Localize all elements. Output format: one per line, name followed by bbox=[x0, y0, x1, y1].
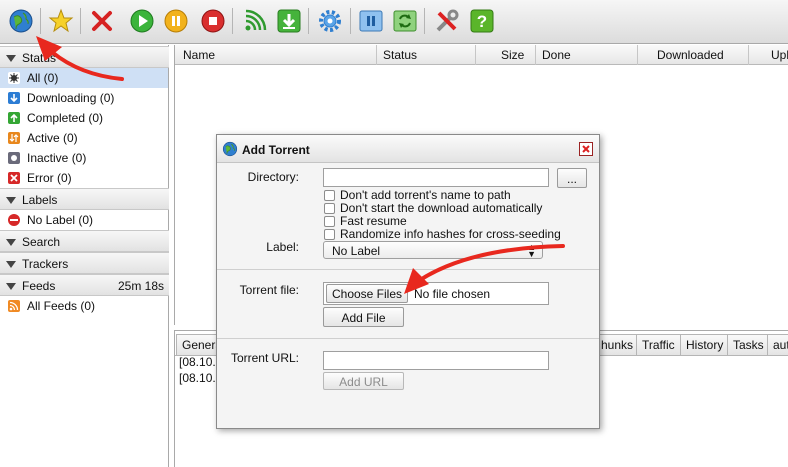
sidebar-item-all-feeds[interactable]: All Feeds (0) bbox=[0, 296, 168, 316]
play-icon[interactable] bbox=[129, 8, 155, 34]
tab-chunks[interactable]: hunks bbox=[595, 334, 640, 355]
pause-icon[interactable] bbox=[163, 8, 189, 34]
dialog-title: Add Torrent bbox=[242, 143, 310, 157]
feeds-timer: 25m 18s bbox=[117, 279, 164, 293]
red-x-icon[interactable] bbox=[89, 8, 115, 34]
column-uploaded[interactable]: Upl bbox=[771, 48, 788, 62]
refresh-icon[interactable] bbox=[392, 8, 418, 34]
checkbox-label: Don't add torrent's name to path bbox=[340, 188, 511, 202]
section-label: Search bbox=[22, 235, 61, 249]
randomize-hashes-checkbox[interactable] bbox=[324, 229, 335, 240]
sidebar: Status All (0) Downloading (0) Completed… bbox=[0, 45, 169, 467]
help-icon[interactable]: ? bbox=[469, 8, 495, 34]
trackers-section-header[interactable]: Trackers bbox=[0, 252, 169, 274]
label-select[interactable]: No Label ▲ ▼ bbox=[323, 241, 543, 259]
rss-feed-icon bbox=[8, 300, 20, 312]
column-name[interactable]: Name bbox=[183, 48, 215, 62]
toolbar: ? bbox=[0, 0, 788, 44]
pause-all-icon[interactable] bbox=[358, 8, 384, 34]
downloading-icon bbox=[8, 92, 20, 104]
directory-input[interactable] bbox=[323, 168, 549, 187]
sidebar-item-label: Completed (0) bbox=[27, 111, 104, 125]
checkbox-label: Randomize info hashes for cross-seeding bbox=[340, 227, 561, 241]
download-icon[interactable] bbox=[276, 8, 302, 34]
globe-icon bbox=[222, 141, 238, 160]
dont-start-checkbox[interactable] bbox=[324, 203, 335, 214]
directory-label: Directory: bbox=[247, 170, 299, 184]
gear-icon[interactable] bbox=[317, 8, 343, 34]
active-icon bbox=[8, 132, 20, 144]
section-label: Feeds bbox=[22, 279, 56, 293]
inactive-icon bbox=[8, 152, 20, 164]
add-file-button[interactable]: Add File bbox=[323, 307, 404, 327]
sidebar-item-completed[interactable]: Completed (0) bbox=[0, 108, 168, 128]
completed-icon bbox=[8, 112, 20, 124]
collapse-triangle-icon bbox=[6, 261, 16, 268]
sidebar-item-downloading[interactable]: Downloading (0) bbox=[0, 88, 168, 108]
sidebar-item-no-label[interactable]: No Label (0) bbox=[0, 210, 168, 230]
no-name-checkbox[interactable] bbox=[324, 190, 335, 201]
no-file-text: No file chosen bbox=[414, 287, 491, 301]
all-icon bbox=[8, 72, 20, 84]
label-label: Label: bbox=[266, 240, 299, 254]
column-done[interactable]: Done bbox=[542, 48, 571, 62]
sidebar-item-label: Active (0) bbox=[27, 131, 78, 145]
tools-icon[interactable] bbox=[434, 8, 460, 34]
sidebar-item-error[interactable]: Error (0) bbox=[0, 168, 168, 188]
sidebar-item-label: Downloading (0) bbox=[27, 91, 115, 105]
rss-icon[interactable] bbox=[242, 8, 268, 34]
labels-section-header[interactable]: Labels bbox=[0, 188, 169, 210]
add-torrent-dialog: Add Torrent Directory: ... Don't add tor… bbox=[216, 134, 600, 429]
add-url-button[interactable]: Add URL bbox=[323, 372, 404, 390]
sidebar-item-label: Error (0) bbox=[27, 171, 72, 185]
svg-text:?: ? bbox=[477, 12, 487, 31]
close-icon[interactable] bbox=[579, 142, 593, 156]
status-section-header[interactable]: Status bbox=[0, 46, 169, 68]
checkbox-label: Don't start the download automatically bbox=[340, 201, 543, 215]
column-downloaded[interactable]: Downloaded bbox=[657, 48, 724, 62]
feeds-section-header[interactable]: Feeds 25m 18s bbox=[0, 274, 169, 296]
dialog-titlebar[interactable]: Add Torrent bbox=[217, 135, 599, 163]
collapse-triangle-icon bbox=[6, 239, 16, 246]
checkbox-label: Fast resume bbox=[340, 214, 407, 228]
section-label: Status bbox=[22, 51, 57, 65]
label-select-value: No Label bbox=[332, 244, 381, 258]
collapse-triangle-icon bbox=[6, 197, 16, 204]
collapse-triangle-icon bbox=[6, 55, 16, 62]
sidebar-item-all[interactable]: All (0) bbox=[0, 68, 168, 88]
fast-resume-checkbox[interactable] bbox=[324, 216, 335, 227]
sidebar-item-label: Inactive (0) bbox=[27, 151, 87, 165]
torrent-file-label: Torrent file: bbox=[239, 283, 299, 297]
section-label: Labels bbox=[22, 193, 58, 207]
stop-icon[interactable] bbox=[200, 8, 226, 34]
sidebar-item-label: All Feeds (0) bbox=[27, 299, 96, 313]
torrent-url-input[interactable] bbox=[323, 351, 549, 370]
sidebar-item-inactive[interactable]: Inactive (0) bbox=[0, 148, 168, 168]
tab-tasks[interactable]: Tasks bbox=[727, 334, 770, 355]
sidebar-item-label: No Label (0) bbox=[27, 213, 94, 227]
tab-traffic[interactable]: Traffic bbox=[636, 334, 681, 355]
column-status[interactable]: Status bbox=[383, 48, 417, 62]
section-label: Trackers bbox=[22, 257, 69, 271]
tab-autotools[interactable]: aut bbox=[767, 334, 788, 355]
column-size[interactable]: Size bbox=[501, 48, 524, 62]
globe-icon[interactable] bbox=[8, 8, 34, 34]
torrent-url-label: Torrent URL: bbox=[230, 351, 299, 365]
star-icon[interactable] bbox=[48, 8, 74, 34]
no-label-icon bbox=[8, 214, 20, 226]
collapse-triangle-icon bbox=[6, 283, 16, 290]
browse-button[interactable]: ... bbox=[557, 168, 587, 188]
sidebar-item-active[interactable]: Active (0) bbox=[0, 128, 168, 148]
search-section-header[interactable]: Search bbox=[0, 230, 169, 252]
choose-files-button[interactable]: Choose Files bbox=[326, 284, 408, 303]
torrent-file-input[interactable]: Choose Files No file chosen bbox=[323, 282, 549, 305]
sidebar-item-label: All (0) bbox=[27, 71, 59, 85]
list-header: Name Status Size Done Downloaded Upl bbox=[175, 45, 788, 65]
error-icon bbox=[8, 172, 20, 184]
chevron-updown-icon: ▲ ▼ bbox=[527, 242, 536, 259]
tab-history[interactable]: History bbox=[680, 334, 730, 355]
